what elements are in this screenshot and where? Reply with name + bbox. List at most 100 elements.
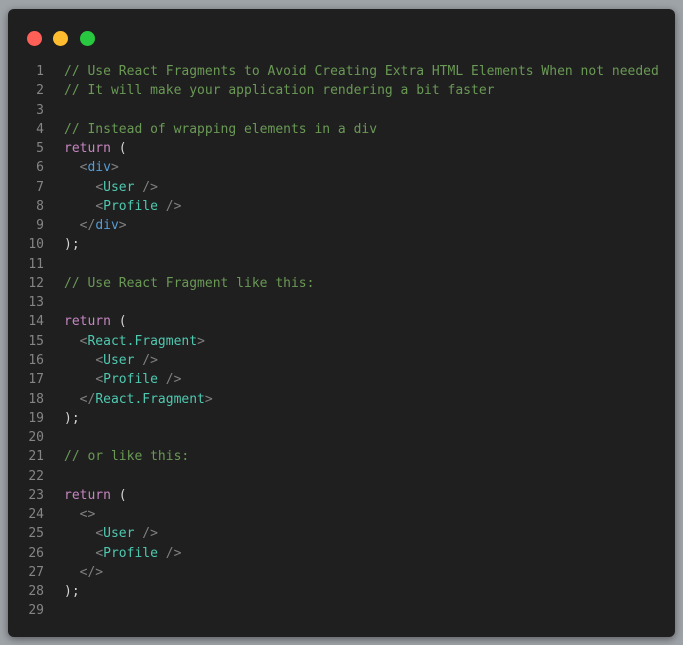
- code-token-comment: // It will make your application renderi…: [64, 83, 495, 99]
- code-line: 28);: [8, 582, 675, 601]
- maximize-window-button[interactable]: [80, 31, 95, 46]
- line-text: // Use React Fragments to Avoid Creating…: [64, 62, 659, 81]
- code-line: 18 </React.Fragment>: [8, 390, 675, 409]
- code-token-punct: (: [110, 141, 127, 157]
- code-token-tagbr: <>: [79, 507, 96, 523]
- line-number: 16: [28, 352, 44, 368]
- code-token-comment: // or like this:: [64, 449, 190, 465]
- code-token-comment: // Instead of wrapping elements in a div: [64, 121, 378, 137]
- line-number: 2: [36, 83, 44, 99]
- code-token-tagbr: />: [157, 198, 182, 214]
- code-line: 4 // Instead of wrapping elements in a di…: [8, 120, 675, 139]
- code-line: 22: [8, 467, 675, 486]
- line-number: 26: [28, 545, 44, 561]
- line-number: 14: [28, 314, 44, 330]
- code-block: 1 // Use React Fragments to Avoid Creatin…: [8, 62, 675, 621]
- code-token-punct: );: [64, 237, 80, 253]
- code-token-punct: [64, 160, 80, 175]
- line-number: 28: [28, 584, 44, 600]
- minimize-window-button[interactable]: [53, 31, 68, 46]
- line-text: return (: [64, 312, 127, 331]
- code-line: 10);: [8, 235, 675, 254]
- code-line: 9 </div>: [8, 216, 675, 235]
- code-token-tagbr: >: [118, 218, 127, 234]
- line-text: </div>: [64, 216, 127, 235]
- code-token-punct: [64, 526, 95, 541]
- line-text: <Profile />: [64, 197, 181, 216]
- code-line: 21 // or like this:: [8, 447, 675, 466]
- code-token-tagbr: </: [79, 218, 96, 234]
- code-token-tagbr: />: [157, 372, 182, 388]
- code-token-punct: (: [110, 314, 127, 330]
- code-token-comment: // Use React Fragments to Avoid Creating…: [64, 64, 659, 79]
- line-text: // Use React Fragment like this:: [64, 274, 314, 293]
- line-number: 23: [28, 487, 44, 503]
- code-token-punct: [64, 353, 95, 368]
- code-token-punct: );: [64, 584, 80, 600]
- code-line: 25 <User />: [8, 524, 675, 543]
- code-token-tagbr: >: [197, 333, 205, 349]
- code-line: 29: [8, 601, 675, 620]
- code-token-tagbr: </>: [79, 564, 104, 580]
- code-line: 15 <React.Fragment>: [8, 332, 675, 351]
- line-number: 3: [36, 102, 44, 118]
- line-number: 25: [28, 526, 44, 542]
- code-line: 7 <User />: [8, 178, 675, 197]
- code-token-tagbr: <: [95, 352, 104, 368]
- code-token-html: div: [87, 160, 111, 176]
- code-line: 14 return (: [8, 312, 675, 331]
- line-number: 17: [28, 372, 44, 388]
- code-token-punct: );: [64, 410, 80, 426]
- line-text: // It will make your application renderi…: [64, 81, 494, 100]
- line-text: // Instead of wrapping elements in a div: [64, 120, 377, 139]
- line-number: 24: [28, 507, 44, 523]
- code-line: 12 // Use React Fragment like this:: [8, 274, 675, 293]
- line-text: <div>: [64, 158, 119, 177]
- code-line: 1 // Use React Fragments to Avoid Creatin…: [8, 62, 675, 81]
- code-token-tagbr: <: [95, 526, 104, 542]
- code-line: 6 <div>: [8, 158, 675, 177]
- line-number: 6: [36, 160, 44, 176]
- line-text: );: [64, 409, 80, 428]
- line-number: 22: [28, 468, 44, 484]
- code-token-tagbr: <: [95, 179, 104, 195]
- line-number: 5: [36, 141, 44, 157]
- code-token-comp: React.Fragment: [95, 391, 205, 407]
- line-number: 29: [28, 603, 44, 619]
- code-token-keyword: return: [64, 314, 111, 330]
- code-token-punct: [64, 565, 80, 580]
- line-text: </>: [64, 563, 103, 582]
- code-line: 8 <Profile />: [8, 197, 675, 216]
- code-token-tagbr: />: [134, 179, 158, 195]
- code-token-comp: React.Fragment: [87, 333, 198, 349]
- code-token-tagbr: />: [134, 352, 158, 368]
- line-text: return (: [64, 486, 127, 505]
- code-line: 3: [8, 101, 675, 120]
- line-text: <User />: [64, 178, 158, 197]
- line-number: 27: [28, 564, 44, 580]
- line-text: );: [64, 235, 80, 254]
- line-text: // or like this:: [64, 447, 189, 466]
- code-token-comp: User: [103, 526, 135, 542]
- code-token-punct: [64, 334, 80, 349]
- code-token-comp: Profile: [103, 372, 158, 388]
- code-token-comp: Profile: [103, 198, 158, 214]
- line-text: <Profile />: [64, 544, 181, 563]
- code-token-tagbr: </: [79, 391, 96, 407]
- line-number: 20: [28, 430, 44, 446]
- line-text: <User />: [64, 351, 158, 370]
- line-text: <>: [64, 505, 96, 524]
- code-line: 17 <Profile />: [8, 370, 675, 389]
- line-number: 10: [28, 237, 44, 253]
- code-token-tagbr: <: [95, 372, 104, 388]
- line-text: </React.Fragment>: [64, 390, 213, 409]
- code-token-tagbr: >: [204, 391, 213, 407]
- line-number: 7: [36, 179, 44, 195]
- code-token-comp: User: [103, 179, 135, 195]
- close-window-button[interactable]: [27, 31, 42, 46]
- code-line: 24 <>: [8, 505, 675, 524]
- line-text: return (: [64, 139, 127, 158]
- line-text: <User />: [64, 524, 158, 543]
- line-number: 18: [28, 391, 44, 407]
- code-token-punct: (: [110, 487, 127, 503]
